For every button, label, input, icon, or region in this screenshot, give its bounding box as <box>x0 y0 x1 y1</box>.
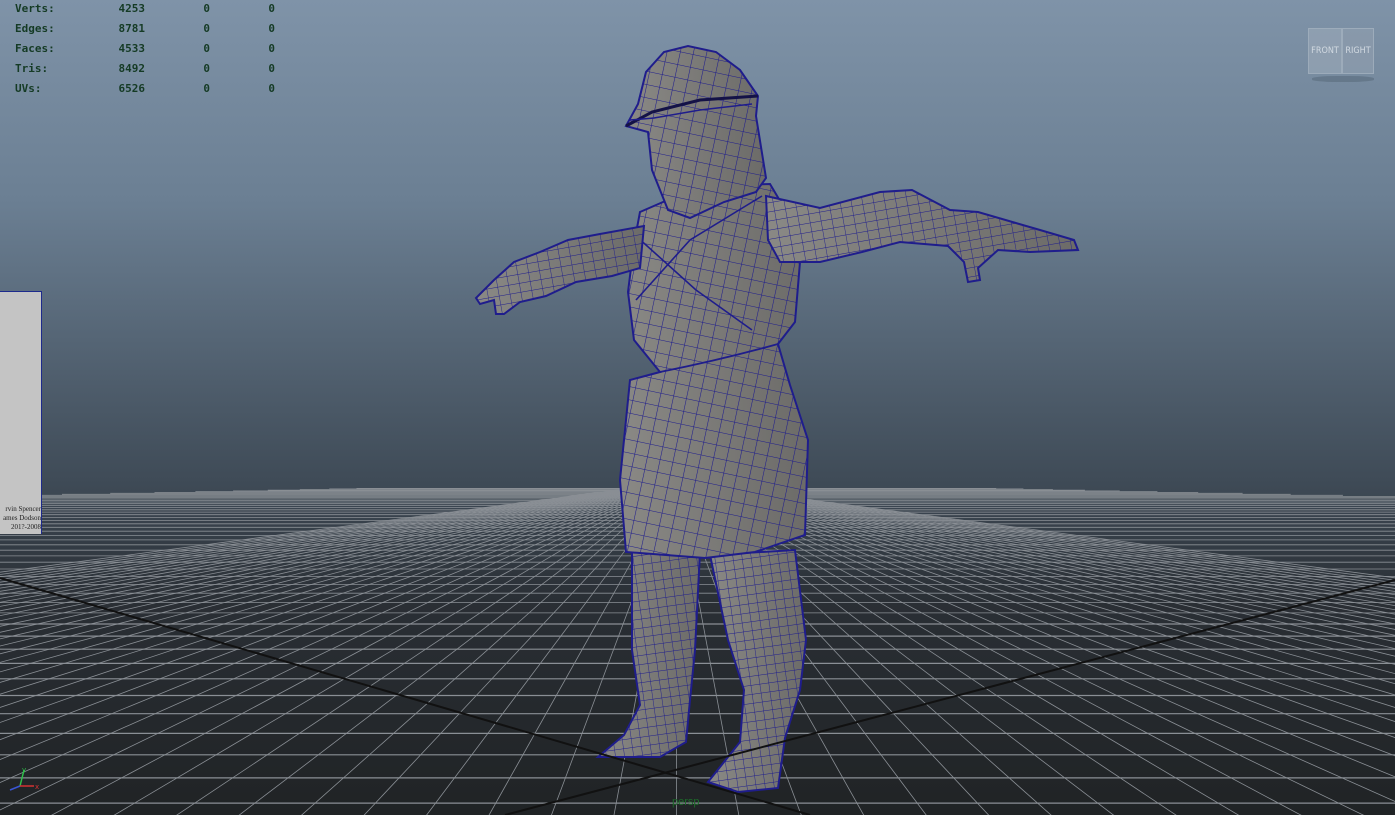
hud-value: 0 <box>203 82 210 95</box>
hud-value: 0 <box>203 62 210 75</box>
hud-value: 0 <box>268 2 275 15</box>
grid-line <box>0 487 665 811</box>
grid-line <box>0 487 641 596</box>
credit-line: 201?-2008 <box>11 523 41 531</box>
hud-value: 0 <box>203 2 210 15</box>
view-cube-front-face[interactable]: FRONT <box>1308 28 1342 74</box>
character-mesh[interactable] <box>474 44 1080 794</box>
grid-line <box>0 487 642 599</box>
mesh-helmet[interactable] <box>624 44 768 220</box>
mesh-arm-left[interactable] <box>474 224 646 315</box>
credit-line: rvin Spencer <box>5 505 41 513</box>
hud-value: 4533 <box>118 42 146 55</box>
axis-gizmo-icon: y x <box>9 766 39 791</box>
hud-value: 0 <box>203 42 210 55</box>
hud-value: 0 <box>268 82 275 95</box>
hud-value: 0 <box>268 62 275 75</box>
hud-label: Faces: <box>15 42 55 55</box>
grid-line <box>715 487 1395 592</box>
hud-value: 8492 <box>118 62 146 75</box>
image-plane[interactable]: rvin Spencer ames Dodson 201?-2008 <box>0 291 42 534</box>
hud-value: 0 <box>203 22 210 35</box>
hud-label: Edges: <box>15 22 55 35</box>
grid-line <box>0 487 661 741</box>
grid-line <box>0 487 658 695</box>
grid-line <box>717 487 1395 586</box>
axis-x-label: x <box>35 783 39 791</box>
grid-line <box>0 487 636 583</box>
grid-line <box>714 487 1395 596</box>
viewport-persp[interactable]: Verts: 4253 0 0 Edges: 8781 0 0 Faces: 4… <box>0 0 1395 815</box>
grid-line <box>710 487 1395 611</box>
hud-value: 4253 <box>118 2 146 15</box>
credit-line: ames Dodson <box>3 514 41 522</box>
hud-label: Verts: <box>15 2 55 15</box>
camera-name-label: persp <box>672 796 700 808</box>
mesh-arm-right[interactable] <box>764 188 1080 284</box>
grid-line <box>0 487 659 708</box>
hud-value: 0 <box>268 22 275 35</box>
grid-line <box>708 487 1395 615</box>
grid-line <box>0 487 640 592</box>
view-cube-shadow <box>1312 76 1374 82</box>
grid-line <box>0 487 645 612</box>
hud-value: 0 <box>268 42 275 55</box>
grid-line <box>301 487 670 815</box>
grid-line <box>0 487 660 723</box>
hud-label: UVs: <box>15 82 42 95</box>
view-cube-right-face[interactable]: RIGHT <box>1342 28 1374 74</box>
scene-canvas[interactable] <box>0 0 1395 815</box>
grid-line <box>712 487 1395 603</box>
axis-y-label: y <box>22 766 26 774</box>
hud-value: 8781 <box>118 22 146 35</box>
image-plane-credits: rvin Spencer ames Dodson 201?-2008 <box>0 505 41 532</box>
grid-line <box>0 487 643 603</box>
grid-line <box>0 487 657 683</box>
grid-line <box>711 487 1395 607</box>
hud-value: 6526 <box>118 82 146 95</box>
grid-line <box>0 487 644 607</box>
grid-line <box>713 487 1395 599</box>
hud-label: Tris: <box>15 62 49 75</box>
view-cube[interactable]: FRONT RIGHT <box>1308 28 1374 84</box>
